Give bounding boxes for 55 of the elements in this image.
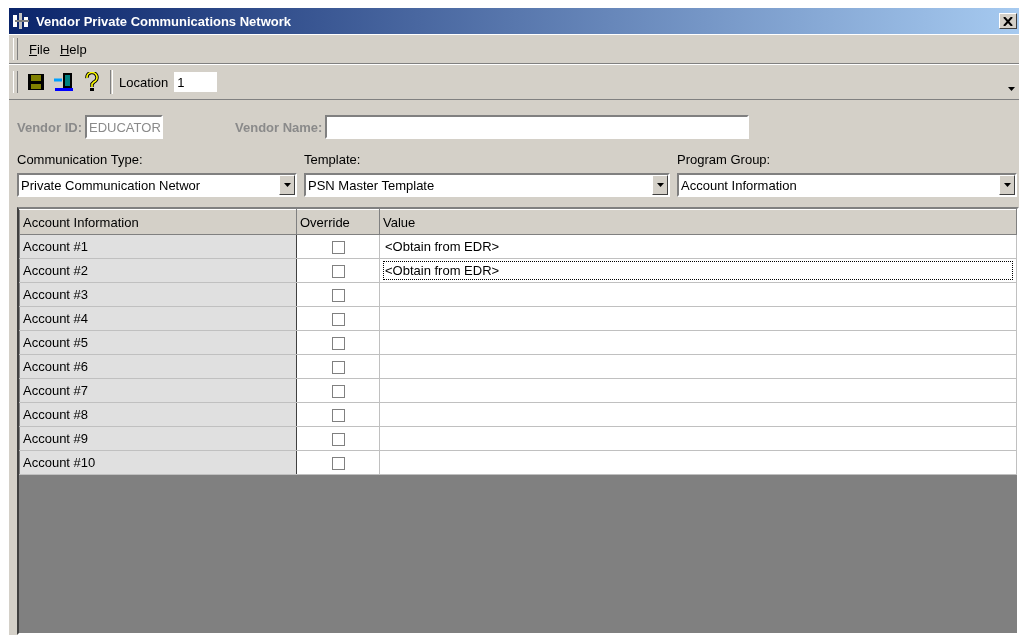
window-title: Vendor Private Communications Network [36, 13, 292, 29]
table-cell[interactable] [379, 378, 1017, 403]
row-header: Account #3 [19, 282, 297, 307]
caret-icon[interactable] [1003, 183, 1011, 187]
menu-item[interactable]: Help [54, 39, 92, 59]
row-header: Account #5 [19, 330, 297, 355]
override-checkbox[interactable] [331, 289, 345, 303]
row-header: Account #2 [19, 258, 297, 283]
dropdown-label: Communication Type: [17, 152, 144, 167]
dropdown[interactable]: Account Information [677, 173, 1017, 197]
column-header[interactable]: Account Information [19, 209, 297, 235]
vendor-name-label: Vendor Name: [235, 119, 323, 135]
caret-icon[interactable] [283, 183, 291, 187]
toolbar-options-icon[interactable] [1008, 87, 1015, 91]
exit-door-icon[interactable] [52, 70, 76, 94]
override-checkbox[interactable] [331, 337, 345, 351]
override-checkbox[interactable] [331, 409, 345, 423]
table-cell[interactable] [379, 306, 1017, 331]
table-cell[interactable] [379, 402, 1017, 427]
table-cell[interactable] [379, 450, 1017, 475]
column-header[interactable]: Override [296, 209, 380, 235]
dropdown[interactable]: PSN Master Template [304, 173, 670, 197]
row-header: Account #6 [19, 354, 297, 379]
menu-item[interactable]: File [24, 39, 55, 59]
row-header: Account #10 [19, 450, 297, 475]
override-checkbox[interactable] [331, 265, 345, 279]
override-checkbox[interactable] [331, 433, 345, 447]
override-checkbox[interactable] [331, 385, 345, 399]
row-header: Account #1 [19, 234, 297, 259]
override-checkbox[interactable] [331, 361, 345, 375]
location-field[interactable]: 1 [174, 72, 218, 92]
caret-icon[interactable] [656, 183, 664, 187]
dropdown[interactable]: Private Communication Networ [17, 173, 297, 197]
vendor-name-field[interactable] [325, 115, 750, 139]
vendor-id-label: Vendor ID: [17, 119, 82, 135]
table-cell[interactable]: <Obtain from EDR> [379, 258, 1017, 283]
row-header: Account #9 [19, 426, 297, 451]
row-header: Account #4 [19, 306, 297, 331]
override-checkbox[interactable] [331, 313, 345, 327]
dropdown-label: Program Group: [677, 152, 772, 167]
row-header: Account #8 [19, 402, 297, 427]
table-cell[interactable] [379, 426, 1017, 451]
column-header[interactable]: Value [379, 209, 1017, 235]
table-cell[interactable] [379, 354, 1017, 379]
table-cell[interactable] [379, 330, 1017, 355]
close-button[interactable] [999, 13, 1017, 29]
override-checkbox[interactable] [331, 457, 345, 471]
app-icon [12, 12, 32, 30]
location-label: Location [119, 74, 169, 90]
close-icon[interactable] [1003, 16, 1013, 26]
row-header: Account #7 [19, 378, 297, 403]
override-checkbox[interactable] [331, 241, 345, 255]
dropdown-label: Template: [304, 152, 362, 167]
table-cell[interactable] [379, 282, 1017, 307]
table-cell[interactable]: <Obtain from EDR> [379, 234, 1017, 259]
